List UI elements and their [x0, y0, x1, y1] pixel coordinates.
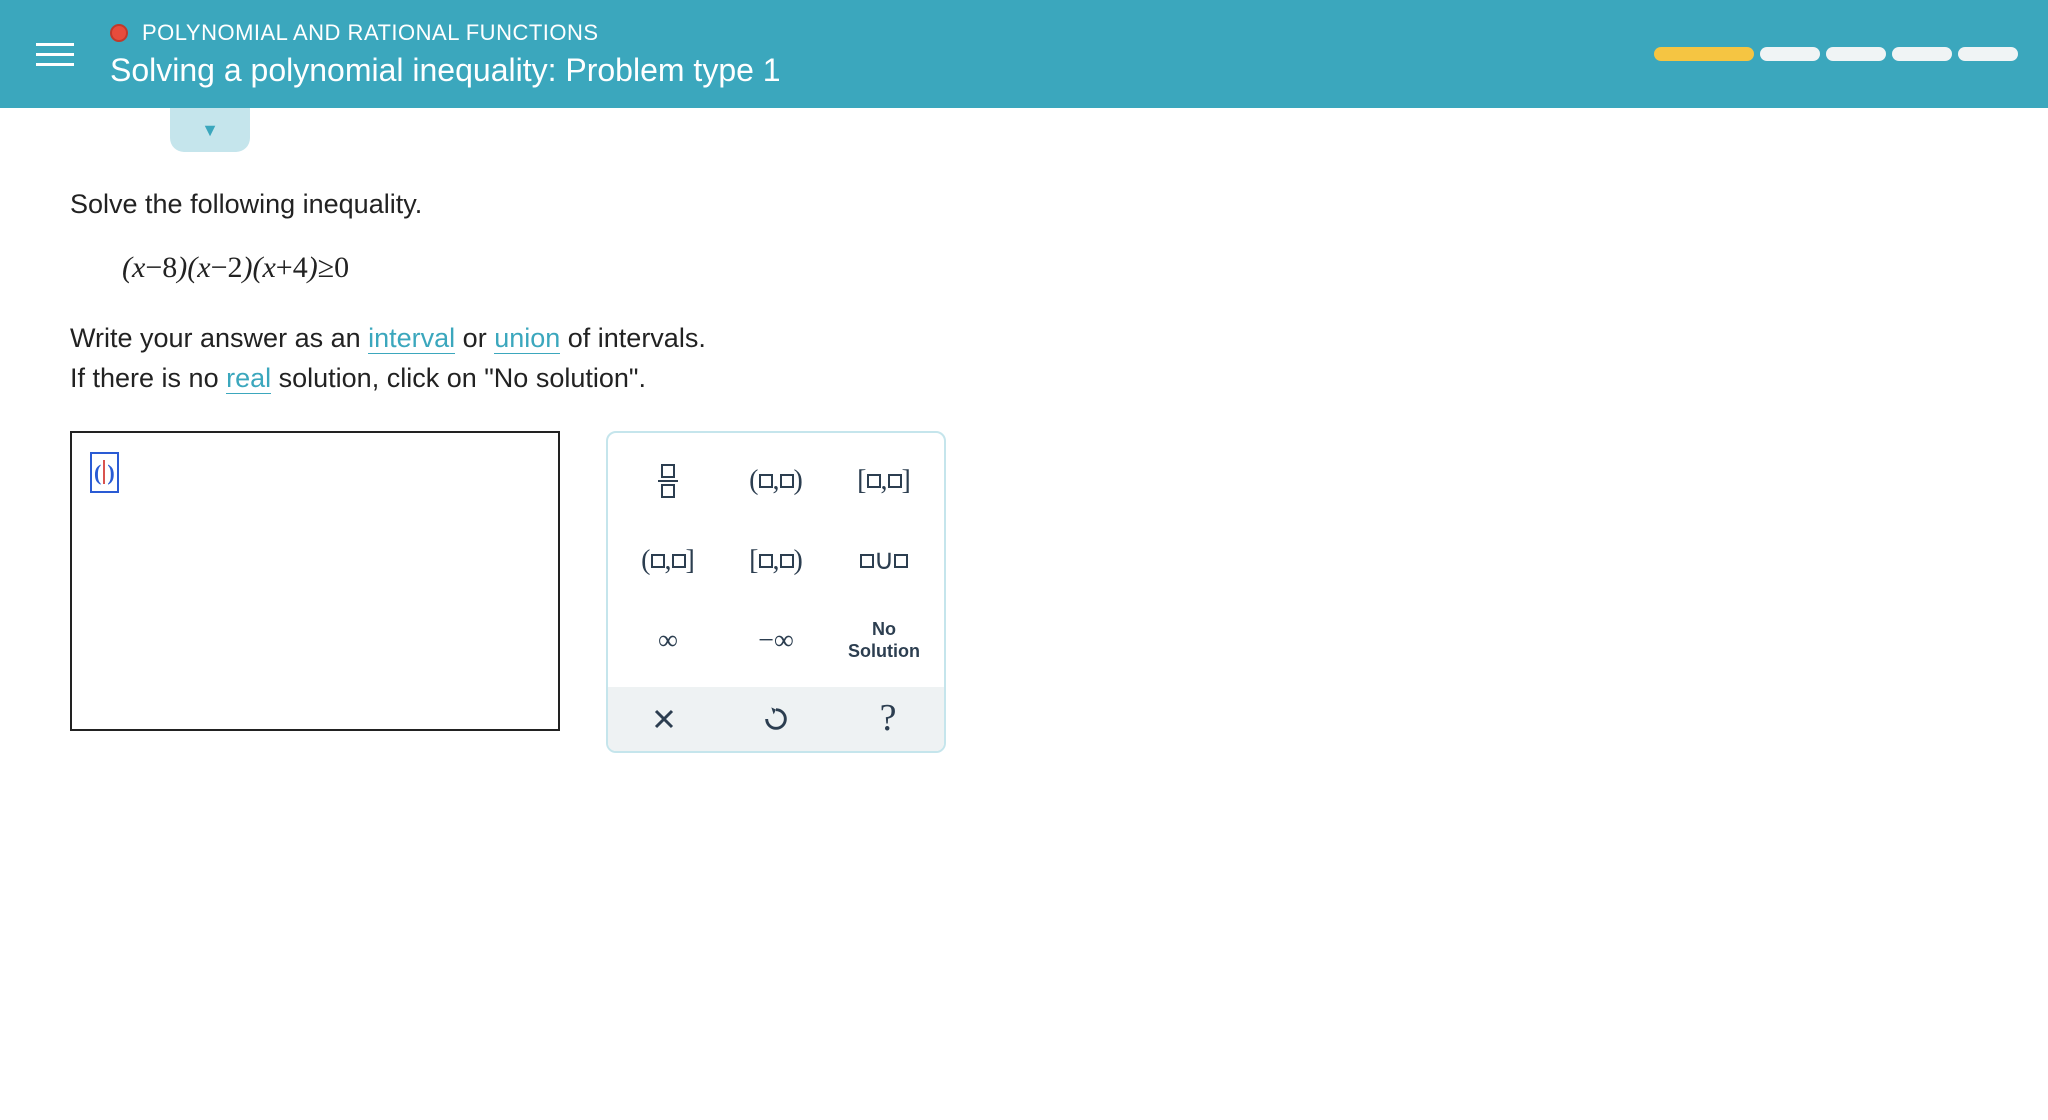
undo-key[interactable]	[720, 687, 832, 751]
hamburger-icon	[36, 36, 74, 73]
closed-open-interval-key[interactable]: [,)	[726, 525, 826, 597]
header-titles: POLYNOMIAL AND RATIONAL FUNCTIONS Solvin…	[110, 20, 1654, 89]
keypad: (,) [,] (,] [,) ∪ ∞ −∞ NoSolution	[606, 431, 946, 753]
instruction-text: Solve the following inequality.	[70, 184, 1978, 225]
app-header: POLYNOMIAL AND RATIONAL FUNCTIONS Solvin…	[0, 0, 2048, 108]
math-expression: (x−8)(x−2)(x+4)≥0	[122, 245, 1978, 290]
union-key[interactable]: ∪	[834, 525, 934, 597]
progress-segment	[1654, 47, 1754, 61]
hint-line-1: Write your answer as an interval or unio…	[70, 318, 1978, 359]
hint-line-2: If there is no real solution, click on "…	[70, 358, 1978, 399]
interval-link[interactable]: interval	[368, 323, 455, 354]
open-open-interval-key[interactable]: (,)	[726, 445, 826, 517]
real-link[interactable]: real	[226, 363, 271, 394]
progress-bar	[1654, 47, 2018, 61]
cursor-icon: ()	[90, 452, 119, 493]
open-closed-interval-key[interactable]: (,]	[618, 525, 718, 597]
breadcrumb: POLYNOMIAL AND RATIONAL FUNCTIONS	[110, 20, 1654, 46]
page-title: Solving a polynomial inequality: Problem…	[110, 52, 1654, 89]
progress-segment	[1826, 47, 1886, 61]
dropdown-tab[interactable]	[170, 108, 250, 152]
undo-icon	[762, 705, 790, 733]
neg-infinity-key[interactable]: −∞	[726, 605, 826, 677]
close-icon	[652, 707, 676, 731]
menu-button[interactable]	[0, 0, 110, 108]
help-key[interactable]: ?	[832, 687, 944, 751]
progress-segment	[1892, 47, 1952, 61]
problem-area: Solve the following inequality. (x−8)(x−…	[70, 108, 1978, 753]
union-link[interactable]: union	[494, 323, 560, 354]
breadcrumb-text: POLYNOMIAL AND RATIONAL FUNCTIONS	[142, 20, 599, 46]
fraction-key[interactable]	[618, 445, 718, 517]
answer-input[interactable]: ()	[70, 431, 560, 731]
status-dot-icon	[110, 24, 128, 42]
progress-segment	[1958, 47, 2018, 61]
progress-segment	[1760, 47, 1820, 61]
no-solution-key[interactable]: NoSolution	[834, 605, 934, 677]
closed-closed-interval-key[interactable]: [,]	[834, 445, 934, 517]
clear-key[interactable]	[608, 687, 720, 751]
infinity-key[interactable]: ∞	[618, 605, 718, 677]
